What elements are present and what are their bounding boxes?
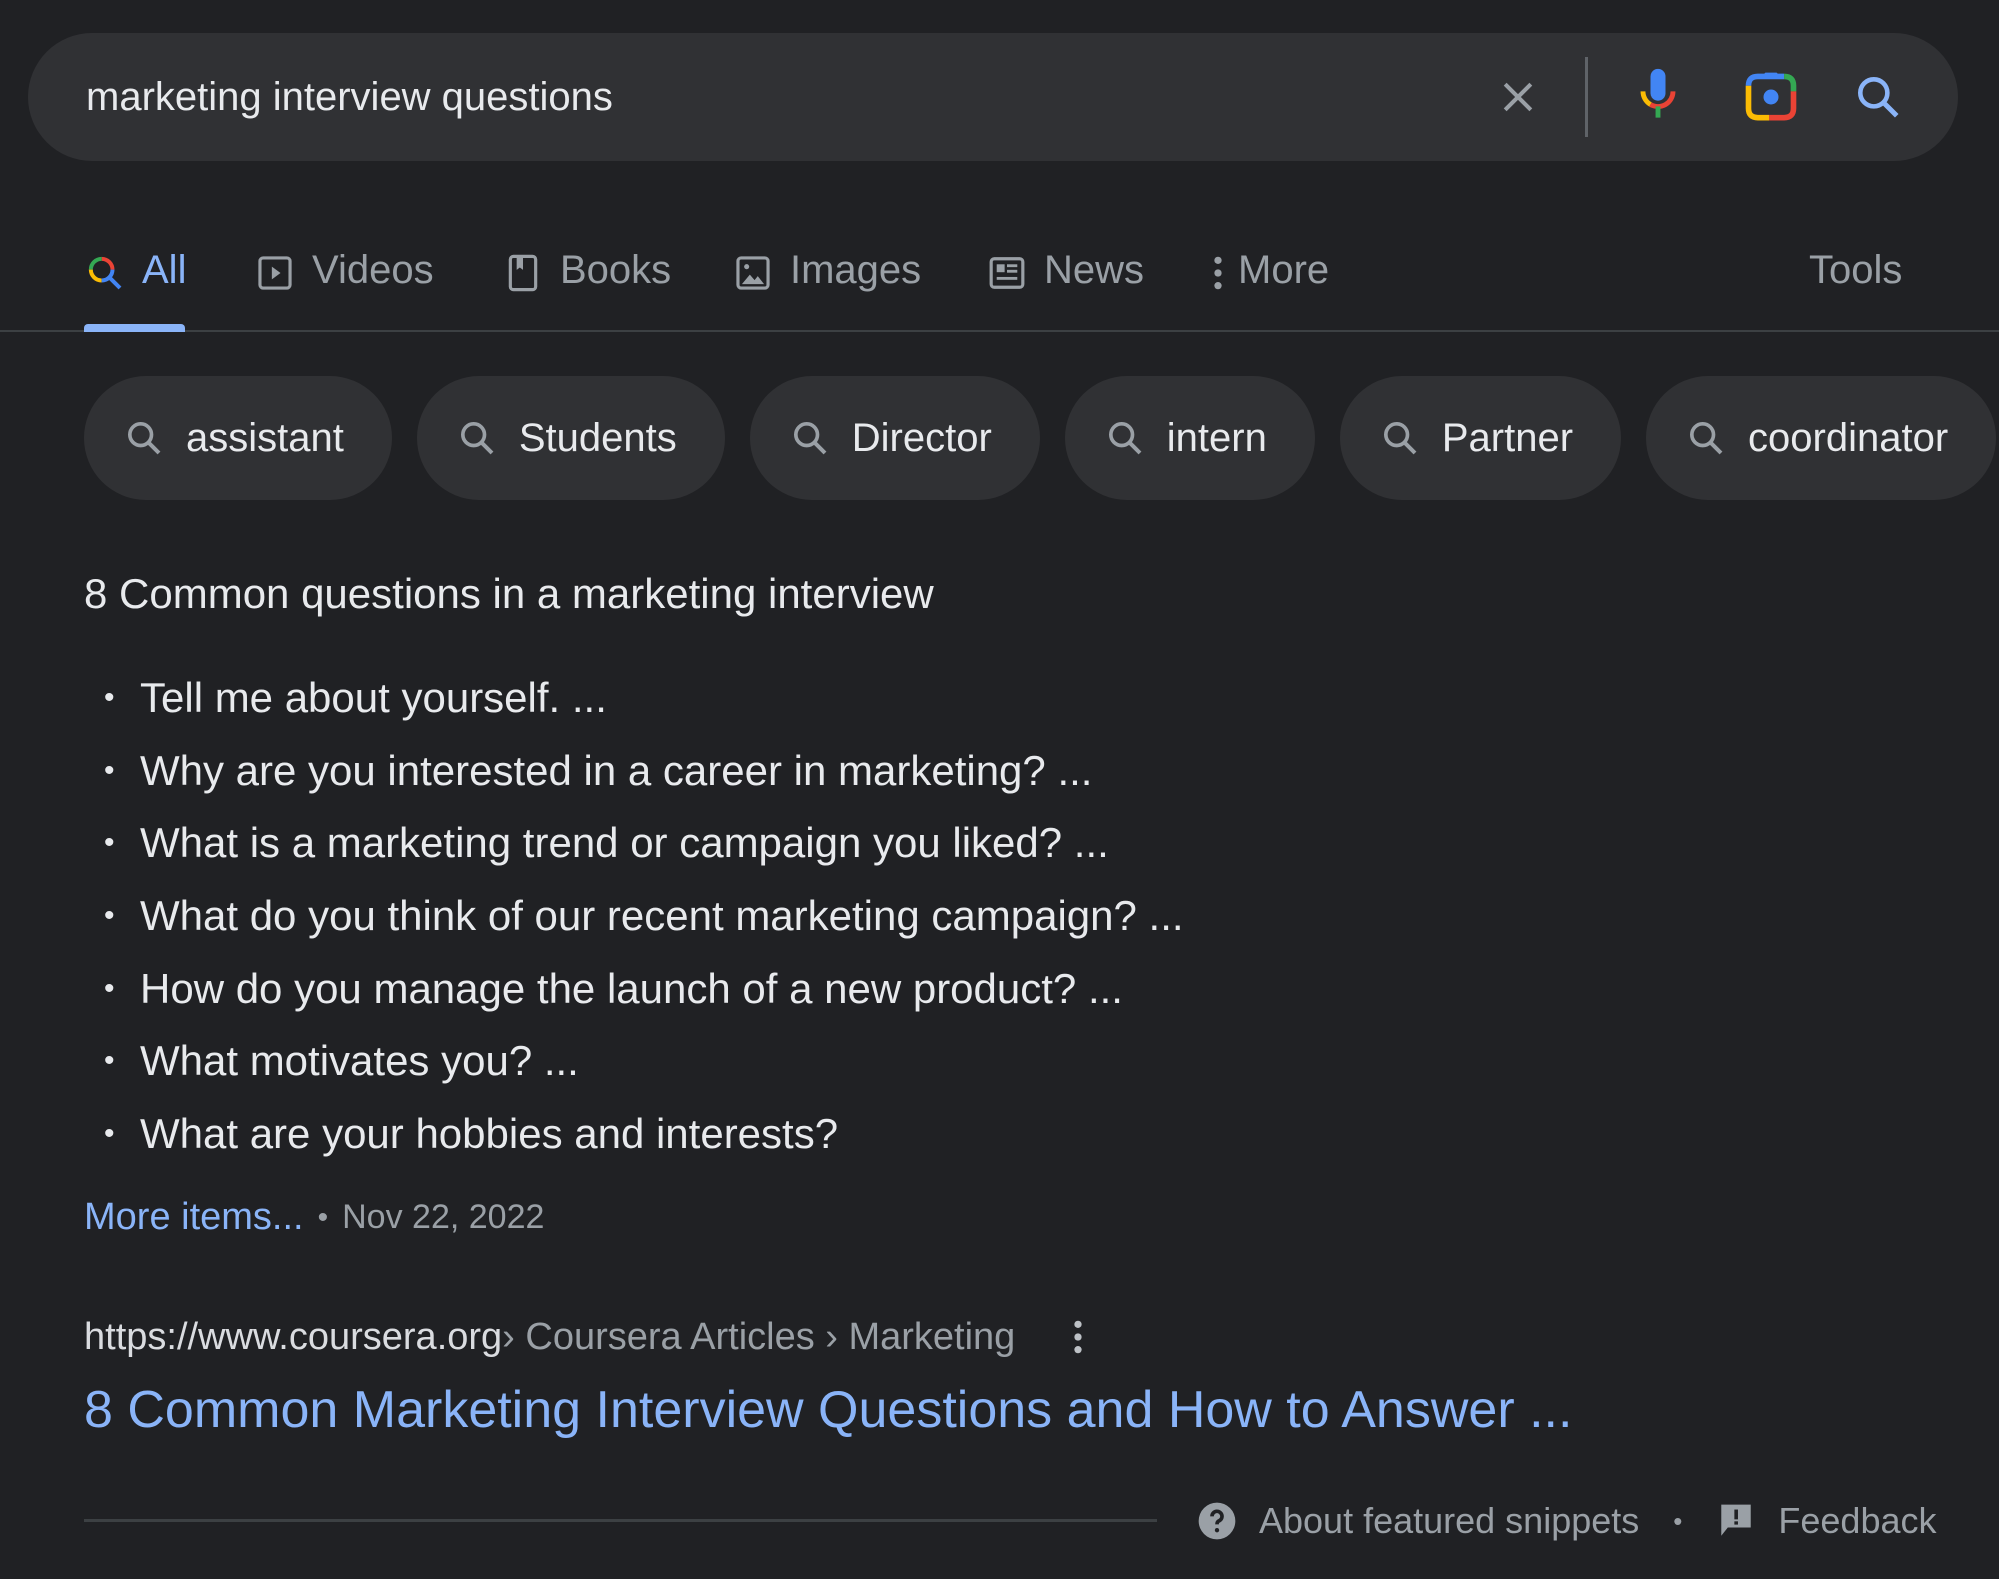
- mic-icon[interactable]: [1628, 33, 1688, 161]
- bullet: •: [104, 826, 115, 860]
- search-icon: [1380, 416, 1424, 460]
- result-title-link[interactable]: 8 Common Marketing Interview Questions a…: [84, 1380, 1572, 1440]
- tab-all[interactable]: All: [84, 222, 186, 330]
- help-icon: [1197, 1501, 1237, 1541]
- search-bar[interactable]: marketing interview questions: [28, 33, 1958, 161]
- snippet-footer: About featured snippets • Feedback: [1197, 1492, 1937, 1550]
- search-icon: [1686, 416, 1730, 460]
- search-bar-divider: [1585, 57, 1588, 137]
- list-item: • Tell me about yourself. ...: [104, 662, 1184, 735]
- chip-label: Partner: [1441, 415, 1574, 460]
- bullet: •: [104, 899, 115, 933]
- tab-more-label: More: [1238, 248, 1330, 292]
- bullet: •: [104, 971, 115, 1005]
- list-item-text: What are your hobbies and interests?: [140, 1109, 839, 1157]
- list-item: • What motivates you? ...: [104, 1025, 1184, 1098]
- list-item: • Why are you interested in a career in m…: [104, 735, 1184, 808]
- search-icon[interactable]: [1848, 33, 1908, 161]
- snippet-date: Nov 22, 2022: [342, 1198, 545, 1236]
- list-item-text: Tell me about yourself. ...: [140, 674, 607, 722]
- lens-camera-icon[interactable]: [1736, 33, 1806, 161]
- chip-label: intern: [1166, 415, 1267, 460]
- search-input[interactable]: marketing interview questions: [86, 33, 613, 161]
- search-icon: [457, 416, 501, 460]
- more-options-icon[interactable]: [1063, 1312, 1093, 1362]
- tab-news-label: News: [1044, 248, 1145, 292]
- list-item-text: What is a marketing trend or campaign yo…: [140, 819, 1109, 867]
- list-item: • What do you think of our recent marketi…: [104, 880, 1184, 953]
- tab-all-label: All: [142, 248, 187, 292]
- list-item: • What is a marketing trend or campaign y…: [104, 807, 1184, 880]
- list-item-text: What motivates you? ...: [140, 1037, 579, 1085]
- chip-label: Students: [518, 415, 677, 460]
- search-icon: [124, 416, 168, 460]
- play-icon: [254, 252, 296, 294]
- result-domain[interactable]: https://www.coursera.org: [84, 1316, 502, 1359]
- chip-label: assistant: [186, 415, 344, 460]
- more-items-link[interactable]: More items...: [84, 1196, 304, 1239]
- related-search-chips: assistant Students Director intern Partn…: [84, 376, 1997, 500]
- bullet: •: [104, 1116, 115, 1150]
- chip-partner[interactable]: Partner: [1339, 376, 1622, 500]
- snippet-list: • Tell me about yourself. ... • Why are yo…: [104, 662, 1184, 1170]
- chip-assistant[interactable]: assistant: [84, 376, 392, 500]
- tab-books[interactable]: Books: [502, 222, 671, 330]
- snippet-heading: 8 Common questions in a marketing interv…: [84, 570, 934, 617]
- tools-button[interactable]: Tools: [1809, 222, 1902, 330]
- chip-director[interactable]: Director: [749, 376, 1040, 500]
- result-url: https://www.coursera.org › Coursera Arti…: [84, 1312, 1093, 1362]
- active-tab-indicator: [84, 324, 185, 332]
- more-items-row: More items... • Nov 22, 2022: [84, 1196, 544, 1239]
- tab-books-label: Books: [560, 248, 672, 292]
- tab-videos-label: Videos: [312, 248, 434, 292]
- separator-dot: •: [1673, 1505, 1683, 1536]
- image-icon: [732, 252, 774, 294]
- bullet: •: [104, 753, 115, 787]
- chip-label: Director: [851, 415, 992, 460]
- tab-images[interactable]: Images: [732, 222, 921, 330]
- chip-coordinator[interactable]: coordinator: [1646, 376, 1997, 500]
- vertical-dots-icon: [1208, 252, 1228, 294]
- chip-students[interactable]: Students: [416, 376, 725, 500]
- bullet: •: [104, 1044, 115, 1078]
- tab-news[interactable]: News: [986, 222, 1144, 330]
- tab-videos[interactable]: Videos: [254, 222, 434, 330]
- search-tabs: All Videos Books Images News More Tools: [0, 222, 1999, 332]
- tab-images-label: Images: [790, 248, 922, 292]
- footer-divider: [84, 1519, 1157, 1522]
- search-icon: [1105, 416, 1149, 460]
- list-item-text: Why are you interested in a career in ma…: [140, 746, 1093, 794]
- result-breadcrumb: › Coursera Articles › Marketing: [502, 1315, 1016, 1358]
- book-icon: [502, 252, 544, 294]
- separator-dot: •: [317, 1200, 329, 1234]
- chip-intern[interactable]: intern: [1064, 376, 1315, 500]
- list-item-text: What do you think of our recent marketin…: [140, 892, 1184, 940]
- chip-label: coordinator: [1748, 415, 1949, 460]
- multicolor-search-icon: [84, 252, 126, 294]
- newspaper-icon: [986, 252, 1028, 294]
- close-icon[interactable]: [1488, 33, 1548, 161]
- bullet: •: [104, 681, 115, 715]
- tab-more[interactable]: More: [1208, 222, 1329, 330]
- about-featured-snippets-link[interactable]: About featured snippets: [1259, 1500, 1639, 1542]
- feedback-link[interactable]: Feedback: [1778, 1500, 1936, 1542]
- list-item: • What are your hobbies and interests?: [104, 1098, 1184, 1171]
- list-item-text: How do you manage the launch of a new pr…: [140, 964, 1123, 1012]
- search-icon: [790, 416, 834, 460]
- list-item: • How do you manage the launch of a new p…: [104, 952, 1184, 1025]
- feedback-icon: [1716, 1501, 1756, 1541]
